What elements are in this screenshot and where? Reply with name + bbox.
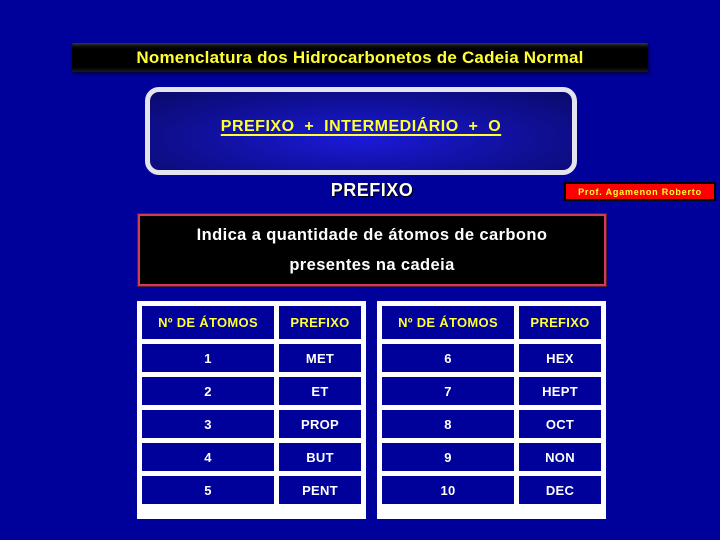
prefix-cell: ET	[279, 377, 361, 405]
formula-box: PREFIXO + INTERMEDIÁRIO + O	[145, 87, 577, 175]
formula-text: PREFIXO + INTERMEDIÁRIO + O	[220, 118, 502, 135]
atom-count-cell: 10	[382, 476, 514, 504]
prefix-cell: MET	[279, 344, 361, 372]
prefix-cell: DEC	[519, 476, 601, 504]
prefix-cell: PROP	[279, 410, 361, 438]
atom-count-cell: 1	[142, 344, 274, 372]
atom-count-cell: 7	[382, 377, 514, 405]
prefix-table-6-10: Nº DE ÁTOMOS PREFIXO 6 HEX 7 HEPT 8 OCT …	[377, 301, 606, 519]
header-prefix: PREFIXO	[519, 306, 601, 339]
description-box: Indica a quantidade de átomos de carbono…	[138, 214, 606, 286]
header-atom-count: Nº DE ÁTOMOS	[142, 306, 274, 339]
description-line-1: Indica a quantidade de átomos de carbono	[196, 225, 548, 244]
slide-title: Nomenclatura dos Hidrocarbonetos de Cade…	[136, 47, 584, 67]
author-badge: Prof. Agamenon Roberto	[564, 182, 716, 201]
prefix-cell: BUT	[279, 443, 361, 471]
prefix-table-1-5: Nº DE ÁTOMOS PREFIXO 1 MET 2 ET 3 PROP 4…	[137, 301, 366, 519]
header-prefix: PREFIXO	[279, 306, 361, 339]
section-title: PREFIXO	[330, 180, 414, 200]
prefix-cell: HEPT	[519, 377, 601, 405]
author-text: Prof. Agamenon Roberto	[578, 186, 702, 197]
atom-count-cell: 4	[142, 443, 274, 471]
prefix-cell: OCT	[519, 410, 601, 438]
header-atom-count: Nº DE ÁTOMOS	[382, 306, 514, 339]
description-line-2: presentes na cadeia	[289, 255, 455, 274]
prefix-cell: PENT	[279, 476, 361, 504]
atom-count-cell: 5	[142, 476, 274, 504]
prefix-cell: HEX	[519, 344, 601, 372]
title-bar: Nomenclatura dos Hidrocarbonetos de Cade…	[72, 43, 648, 72]
atom-count-cell: 3	[142, 410, 274, 438]
atom-count-cell: 9	[382, 443, 514, 471]
atom-count-cell: 8	[382, 410, 514, 438]
prefix-cell: NON	[519, 443, 601, 471]
atom-count-cell: 6	[382, 344, 514, 372]
atom-count-cell: 2	[142, 377, 274, 405]
